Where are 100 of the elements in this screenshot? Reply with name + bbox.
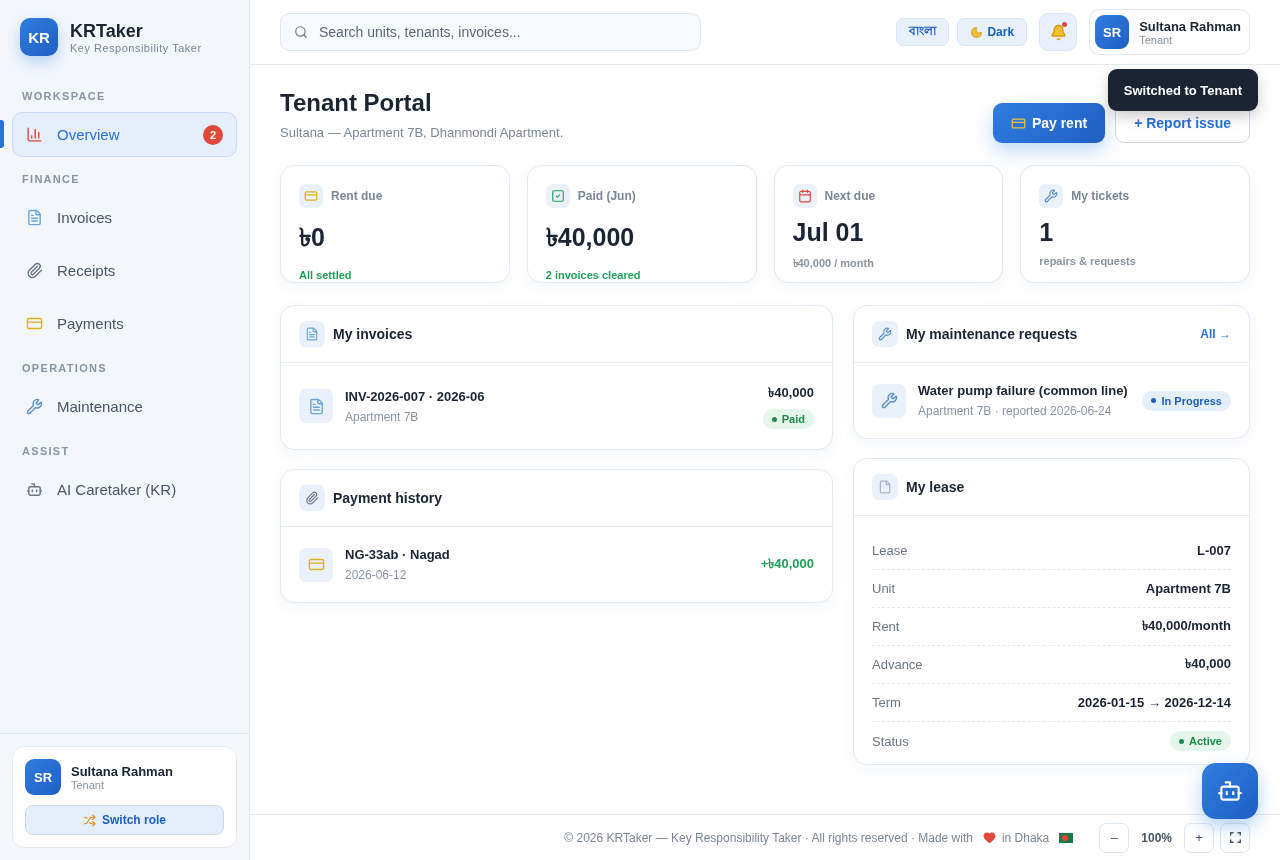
status-badge: Active [1169,731,1231,751]
nav-item[interactable]: Payments [12,301,237,346]
footer-text: © 2026 KRTaker — Key Responsibility Taker · All rights reserved · Made with [564,830,973,845]
stat-value: ৳40,000 [545,222,636,253]
avatar: SR [1095,15,1130,49]
stat-value: ৳0 [299,222,326,253]
fullscreen-icon [1229,832,1241,843]
assistant-button[interactable] [1202,763,1258,819]
field-value: ৳40,000/month [1141,617,1231,635]
pay-rent-button[interactable]: Pay rent [992,103,1106,143]
request-meta: Apartment 7B · reported 2026-06-24 [918,404,1113,418]
paperclip-icon [26,262,43,279]
credit-card-icon [26,315,43,332]
section-heading: WORKSPACE [21,89,107,104]
field-label: Advance [872,657,923,672]
stat-note: repairs & requests [1039,255,1137,267]
flag-icon [1059,832,1074,843]
bell-icon [1049,23,1067,41]
shuffle-icon [83,813,96,827]
payment-amount: +৳40,000 [760,555,814,573]
user-role: Tenant [1139,33,1174,46]
nav-label: AI Caretaker (KR) [57,481,178,498]
stat-value: Jul 01 [792,218,865,247]
paperclip-icon [305,491,319,505]
bar-chart-icon [26,126,43,143]
field-value: 2026-01-15 → 2026-12-14 [1077,695,1231,710]
calendar-icon [797,189,812,203]
section-heading: OPERATIONS [21,361,108,376]
field-value: ৳40,000 [1185,655,1231,673]
field-label: Term [872,695,901,710]
search-field[interactable]: Search units, tenants, invoices... [280,13,701,51]
invoice-number: INV-2026-007 · 2026-06 [345,388,486,404]
document-icon [878,480,892,494]
field-label: Lease [872,543,908,558]
field-label: Rent [872,619,900,634]
nav-item[interactable]: Maintenance [12,384,237,429]
zoom-in-button[interactable]: + [1184,822,1214,853]
nav-label: Receipts [57,262,117,279]
nav-item[interactable]: AI Caretaker (KR) [12,467,237,512]
robot-icon [1217,778,1243,804]
invoice-unit: Apartment 7B [345,409,420,424]
nav-item[interactable]: Overview 2 [12,112,237,157]
user-menu[interactable]: SR Sultana Rahman Tenant [1089,9,1250,55]
nav-item[interactable]: Receipts [12,248,237,293]
payment-reference: NG-33ab · Nagad [345,547,451,562]
wrench-icon [880,392,898,409]
logo: KR [20,18,58,56]
stat-note: 2 invoices cleared [545,269,642,281]
page-title: Tenant Portal [280,89,433,117]
card-title: My maintenance requests [906,326,1079,342]
field-label: Unit [872,581,896,596]
nav-label: Payments [57,315,125,332]
stat-label: Paid (Jun) [577,189,636,203]
user-role: Tenant [71,778,106,791]
field-value: Apartment 7B [1145,581,1231,596]
request-title: Water pump failure (common line) [918,383,1129,398]
wrench-icon [1044,189,1059,203]
stat-note: ৳40,000 / month [792,256,875,271]
card-title: My lease [906,479,966,495]
user-name: Sultana Rahman [1139,18,1241,34]
stat-label: My tickets [1071,189,1130,203]
heart-icon [982,831,996,844]
fullscreen-button[interactable] [1220,822,1250,853]
document-icon [307,397,325,415]
field-label: Status [872,733,909,749]
moon-icon [970,25,984,39]
credit-card-icon [1010,115,1026,131]
credit-card-icon [307,556,325,573]
zoom-out-button[interactable]: – [1099,822,1130,853]
payment-date: 2026-06-12 [345,568,408,582]
stat-note: All settled [299,269,353,281]
document-icon [26,209,43,226]
nav-label: Maintenance [57,398,144,415]
invoice-amount: ৳40,000 [768,384,814,402]
stat-label: Rent due [331,189,383,203]
card-title: My invoices [333,326,414,342]
status-badge: Paid [762,409,814,429]
stat-value: 1 [1039,218,1055,247]
nav-label: Invoices [57,209,114,226]
all-link[interactable]: All → [1200,327,1231,341]
wrench-icon [878,327,892,341]
section-heading: ASSIST [21,444,71,459]
check-icon [550,189,565,203]
nav-item[interactable]: Invoices [12,195,237,240]
toast: Switched to Tenant [1107,69,1258,111]
avatar: SR [25,759,61,795]
nav-label: Overview [57,126,121,143]
robot-icon [26,481,43,498]
document-icon [305,327,319,341]
language-button[interactable]: বাংলা [896,18,950,46]
theme-button[interactable]: Dark [957,18,1028,46]
switch-role-button[interactable]: Switch role [25,805,224,835]
user-name: Sultana Rahman [71,763,173,779]
footer-location: in Dhaka [1001,830,1050,845]
stat-label: Next due [824,189,876,203]
search-icon [294,25,308,39]
credit-card-icon [304,189,318,203]
section-heading: FINANCE [21,172,81,187]
card-title: Payment history [333,490,443,506]
field-value: L-007 [1197,543,1231,558]
